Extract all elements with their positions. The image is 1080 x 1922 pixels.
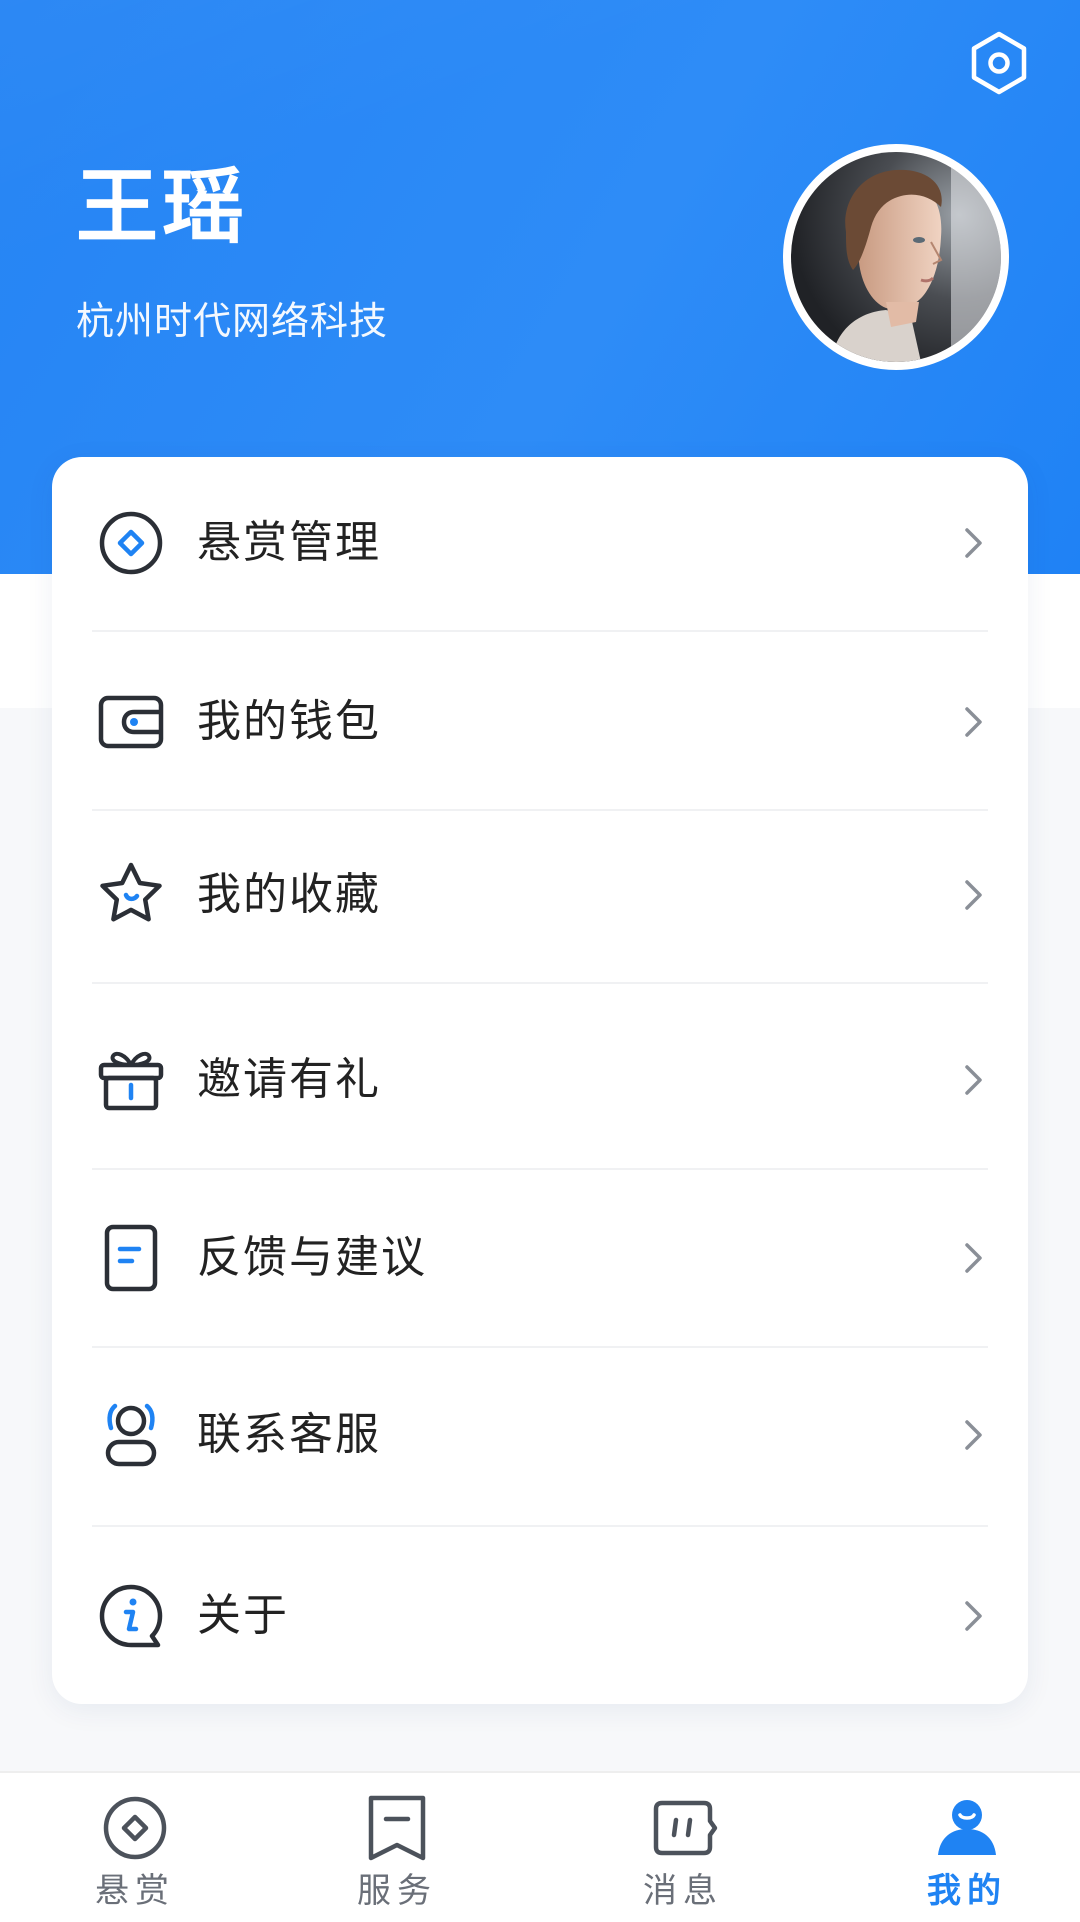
tab-messages[interactable]: 消息 <box>548 1773 818 1922</box>
user-name: 王瑶 <box>76 160 249 255</box>
tab-label: 悬赏 <box>95 1871 175 1911</box>
menu-item-wallet[interactable]: 我的钱包 <box>92 662 988 782</box>
company-name: 杭州时代网络科技 <box>76 299 389 343</box>
menu-item-bounty-management[interactable]: 悬赏管理 <box>92 483 988 603</box>
divider <box>92 1525 988 1527</box>
star-icon <box>100 862 162 922</box>
settings-hexagon-icon <box>971 31 1027 95</box>
wallet-icon <box>98 695 164 749</box>
customer-service-icon <box>105 1403 157 1467</box>
chevron-right-icon <box>965 880 982 910</box>
menu-item-label: 悬赏管理 <box>197 517 381 568</box>
divider <box>92 1168 988 1170</box>
user-icon <box>938 1800 996 1855</box>
menu-item-favorites[interactable]: 我的收藏 <box>92 835 988 955</box>
diamond-coin-icon <box>103 1796 167 1860</box>
chevron-right-icon <box>965 1065 982 1095</box>
menu-card: 悬赏管理 我的钱包 我的收藏 邀请有礼 反馈与建议 联系客服 关于 <box>52 457 1028 1704</box>
menu-item-customer-service[interactable]: 联系客服 <box>92 1375 988 1495</box>
bottom-tab-bar: 悬赏 服务 消息 我的 <box>0 1771 1080 1922</box>
menu-item-label: 邀请有礼 <box>197 1054 381 1105</box>
tab-label: 服务 <box>357 1871 437 1911</box>
chevron-right-icon <box>965 1601 982 1631</box>
tab-mine[interactable]: 我的 <box>832 1773 1080 1922</box>
tab-bounty[interactable]: 悬赏 <box>0 1773 270 1922</box>
divider <box>92 982 988 984</box>
menu-item-feedback[interactable]: 反馈与建议 <box>92 1198 988 1318</box>
menu-item-label: 我的钱包 <box>197 696 381 747</box>
tab-services[interactable]: 服务 <box>262 1773 532 1922</box>
chevron-right-icon <box>965 707 982 737</box>
divider <box>92 1346 988 1348</box>
feedback-document-icon <box>104 1224 158 1292</box>
divider <box>92 630 988 632</box>
gift-icon <box>98 1051 164 1111</box>
menu-item-invite-rewards[interactable]: 邀请有礼 <box>92 1020 988 1140</box>
menu-item-label: 反馈与建议 <box>197 1232 427 1283</box>
menu-item-label: 关于 <box>197 1590 289 1641</box>
chevron-right-icon <box>965 528 982 558</box>
divider <box>92 809 988 811</box>
tab-label: 消息 <box>643 1871 723 1911</box>
tab-label: 我的 <box>927 1871 1007 1911</box>
menu-item-label: 联系客服 <box>197 1409 381 1460</box>
message-bubble-icon <box>653 1800 718 1856</box>
avatar[interactable] <box>783 144 1009 370</box>
bookmark-icon <box>368 1795 426 1861</box>
info-icon <box>99 1584 163 1648</box>
menu-item-label: 我的收藏 <box>197 869 381 920</box>
settings-button[interactable] <box>964 28 1034 98</box>
chevron-right-icon <box>965 1420 982 1450</box>
diamond-coin-icon <box>99 511 163 575</box>
avatar-photo <box>791 152 1001 362</box>
menu-item-about[interactable]: 关于 <box>92 1556 988 1676</box>
chevron-right-icon <box>965 1243 982 1273</box>
